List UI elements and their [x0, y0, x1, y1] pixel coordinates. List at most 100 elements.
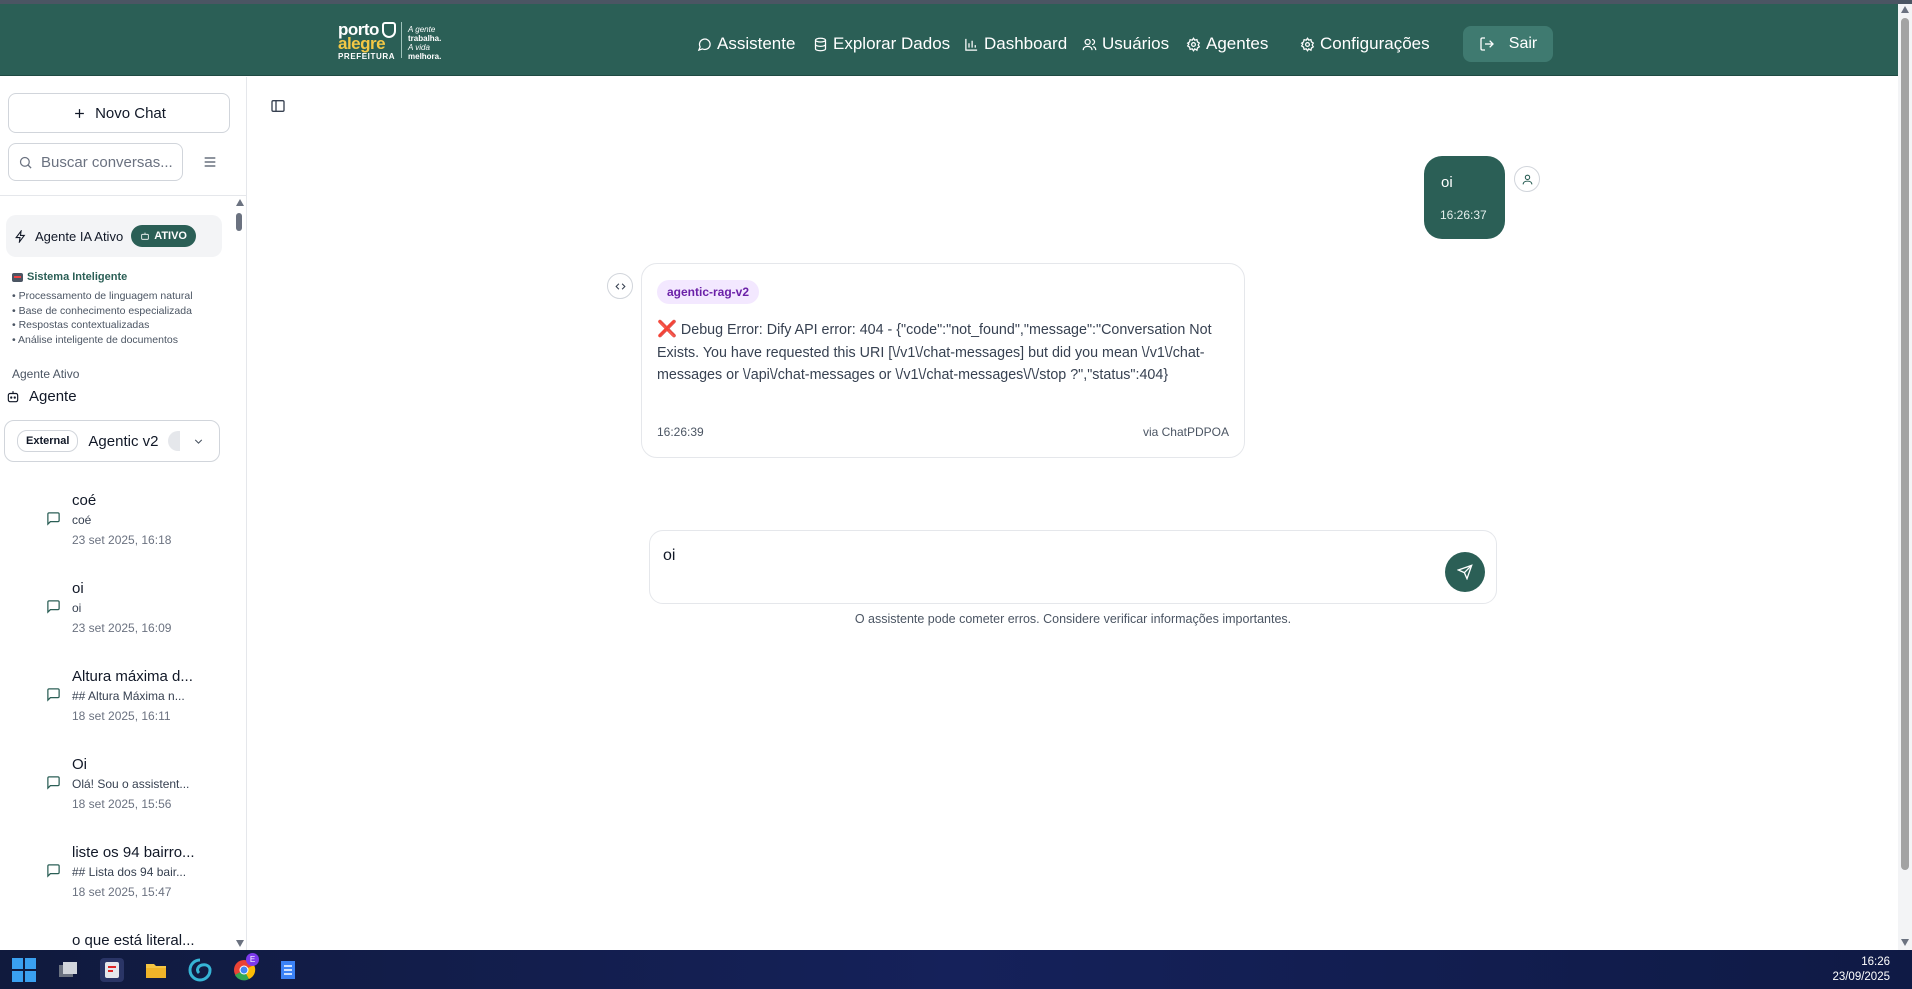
conversation-title: Altura máxima d... [72, 668, 193, 685]
notepad-icon[interactable] [276, 958, 300, 982]
filter-menu-button[interactable] [202, 154, 218, 170]
os-taskbar: E 16:26 23/09/2025 [0, 950, 1912, 989]
nav-usuarios[interactable]: Usuários [1082, 26, 1169, 62]
bot-avatar[interactable] [607, 273, 633, 299]
send-icon [1457, 564, 1473, 580]
nav-configuracoes[interactable]: Configurações [1300, 26, 1430, 62]
message-square-icon [46, 775, 61, 790]
bar-chart-icon [965, 38, 978, 51]
sidebar-divider [0, 195, 246, 196]
feature-item: • Base de conhecimento especializada [12, 304, 192, 317]
agent-heading: Agente [6, 388, 77, 405]
disclaimer-text: O assistente pode cometer erros. Conside… [854, 612, 1292, 626]
robot-icon [12, 272, 23, 282]
nav-assistente-label: Assistente [717, 34, 796, 53]
lightning-icon [15, 229, 26, 243]
conversation-title: oi [72, 580, 84, 597]
page-scroll-thumb[interactable] [1901, 18, 1909, 870]
scroll-down-arrow-icon[interactable] [1901, 939, 1909, 946]
snipping-tool-icon[interactable] [100, 958, 124, 982]
feature-item: • Respostas contextualizadas [12, 319, 150, 332]
agent-select-dropdown[interactable]: External Agentic v2 [4, 420, 220, 462]
scroll-thumb[interactable] [236, 213, 242, 231]
prefeitura-logo[interactable]: porto alegre PREFEITURA A gente trabalha… [338, 20, 463, 61]
conversation-item[interactable]: liste os 94 bairro... ## Lista dos 94 ba… [46, 844, 221, 914]
scroll-up-arrow-icon[interactable] [236, 199, 244, 206]
conversation-date: 23 set 2025, 16:09 [72, 621, 172, 635]
logo-line3: PREFEITURA [338, 52, 396, 61]
file-explorer-icon[interactable] [144, 958, 168, 982]
conversation-title: liste os 94 bairro... [72, 844, 195, 861]
conversation-date: 18 set 2025, 16:11 [72, 709, 171, 723]
windows-start-icon[interactable] [12, 958, 36, 982]
agent-extra-badge [168, 431, 181, 451]
logo-line2: alegre [338, 34, 386, 53]
scroll-down-arrow-icon[interactable] [236, 940, 244, 947]
conversation-item[interactable]: o que está literal... [46, 932, 221, 950]
chat-input-value: oi [663, 547, 676, 564]
agent-status-label: Agente IA Ativo [35, 228, 124, 244]
conversation-title: coé [72, 492, 97, 509]
gear-icon [1300, 36, 1315, 52]
conversation-preview: ## Altura Máxima n... [72, 689, 185, 703]
search-placeholder: Buscar conversas... [41, 153, 173, 171]
notification-badge: E [246, 953, 259, 966]
conversation-item[interactable]: oi oi 23 set 2025, 16:09 [46, 580, 221, 650]
bot-message-source: via ChatPDPOA [1142, 425, 1229, 439]
system-features: • Processamento de linguagem natural • B… [12, 289, 193, 348]
task-view-icon[interactable] [56, 958, 80, 982]
logout-label: Sair [1508, 35, 1538, 52]
page-scrollbar[interactable] [1898, 4, 1912, 950]
nav-usuarios-label: Usuários [1102, 34, 1170, 53]
edge-icon[interactable] [188, 958, 212, 982]
message-square-icon [46, 511, 61, 526]
agent-type-badge: External [17, 430, 79, 452]
agent-select-value: Agentic v2 [88, 432, 159, 450]
app-header: porto alegre PREFEITURA A gente trabalha… [0, 4, 1898, 76]
bot-message-card: agentic-rag-v2 ❌ Debug Error: Dify API er… [641, 263, 1245, 458]
send-button[interactable] [1445, 552, 1485, 592]
conversation-item[interactable]: Oi Olá! Sou o assistent... 18 set 2025, … [46, 756, 221, 826]
toggle-sidebar-button[interactable] [270, 98, 286, 114]
clock-date: 23/09/2025 [1832, 971, 1890, 983]
system-clock[interactable]: 16:26 23/09/2025 [1832, 955, 1890, 985]
chat-bubble-icon [697, 37, 711, 51]
user-message-time: 16:26:37 [1440, 208, 1487, 222]
chrome-icon[interactable]: E [232, 953, 259, 982]
error-message: ❌ Debug Error: Dify API error: 404 - {"co… [657, 319, 1217, 387]
clock-time: 16:26 [1861, 956, 1890, 968]
panel-left-icon [271, 100, 285, 112]
menu-icon [204, 157, 216, 167]
error-text: Debug Error: Dify API error: 404 - {"cod… [657, 322, 1212, 383]
nav-configuracoes-label: Configurações [1320, 34, 1430, 53]
chat-input[interactable]: oi [649, 530, 1497, 604]
conversation-preview: ## Lista dos 94 bair... [72, 865, 187, 879]
nav-agentes[interactable]: Agentes [1186, 26, 1268, 62]
bot-icon [7, 390, 19, 402]
user-avatar [1514, 166, 1540, 192]
error-x-icon: ❌ [657, 321, 677, 338]
user-icon [1522, 174, 1532, 184]
logout-button[interactable]: Sair [1463, 26, 1553, 62]
sidebar-scrollbar[interactable] [233, 199, 245, 949]
nav-assistente[interactable]: Assistente [697, 26, 795, 62]
nav-explorar-dados[interactable]: Explorar Dados [813, 26, 950, 62]
message-square-icon [46, 599, 61, 614]
conversation-item[interactable]: coé coé 23 set 2025, 16:18 [46, 492, 221, 562]
nav-agentes-label: Agentes [1206, 34, 1269, 53]
conversation-date: 23 set 2025, 16:18 [72, 533, 172, 547]
nav-dashboard-label: Dashboard [984, 34, 1068, 53]
conversation-date: 18 set 2025, 15:56 [72, 797, 172, 811]
plus-icon [75, 108, 84, 118]
new-chat-label: Novo Chat [95, 104, 166, 122]
conversation-item[interactable]: Altura máxima d... ## Altura Máxima n...… [46, 668, 221, 738]
code-icon [614, 282, 626, 290]
database-icon [814, 37, 827, 51]
scroll-up-arrow-icon[interactable] [1901, 6, 1909, 13]
search-icon [19, 156, 32, 169]
nav-dashboard[interactable]: Dashboard [964, 26, 1067, 62]
system-title: Sistema Inteligente [12, 271, 127, 283]
new-chat-button[interactable]: Novo Chat [8, 93, 230, 133]
search-input[interactable]: Buscar conversas... [8, 143, 183, 181]
message-square-icon [46, 687, 61, 702]
